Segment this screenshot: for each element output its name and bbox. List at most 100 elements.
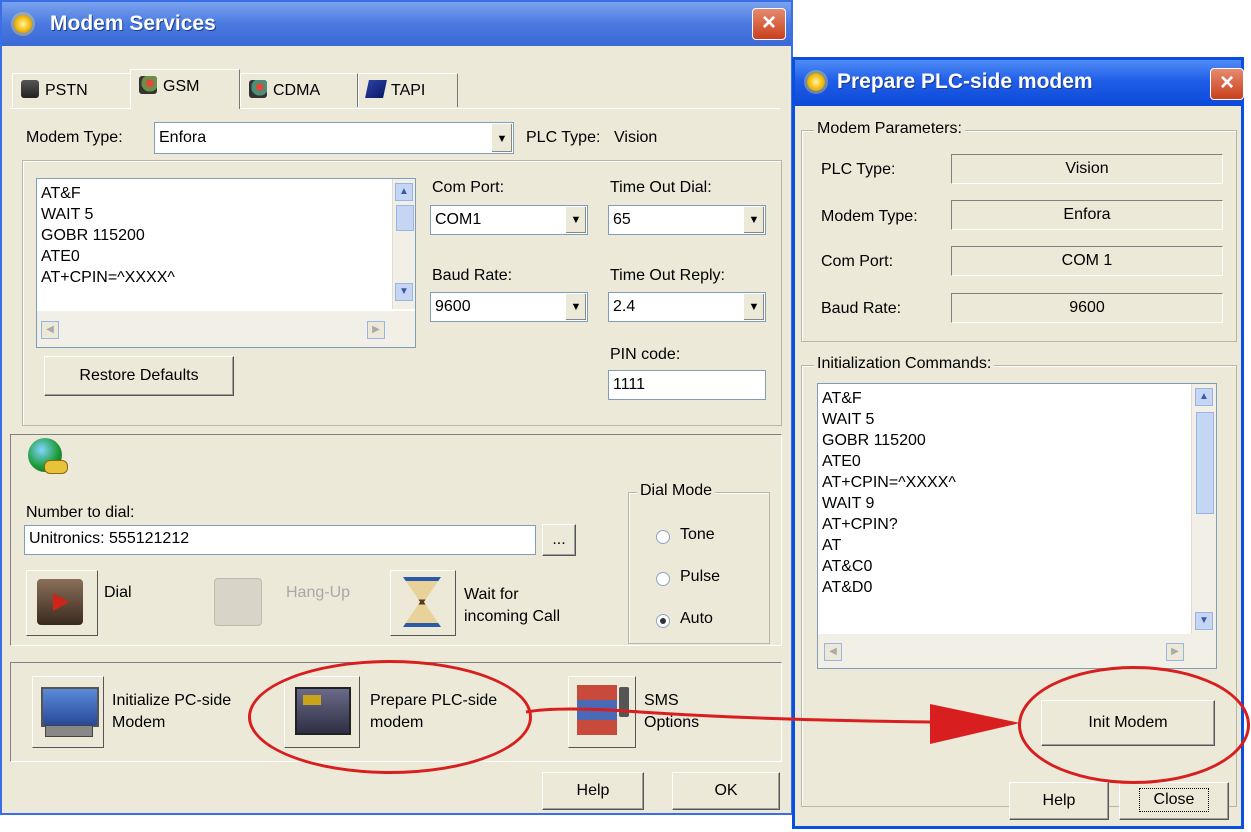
restore-defaults-button[interactable]: Restore Defaults xyxy=(44,356,234,396)
close-button[interactable]: × xyxy=(1210,68,1244,100)
ok-button[interactable]: OK xyxy=(672,772,780,810)
radio-tone[interactable] xyxy=(656,530,670,544)
tab-tapi[interactable]: TAPI xyxy=(358,73,458,107)
list-item: ATE0 xyxy=(41,248,80,265)
baud-rate-label: Baud Rate: xyxy=(432,267,513,284)
close-button[interactable]: × xyxy=(752,8,786,40)
vertical-scrollbar[interactable]: ▲ ▼ xyxy=(392,179,415,309)
plc-type-value: Vision xyxy=(614,129,658,146)
time-out-dial-select[interactable]: 65 ▼ xyxy=(608,205,766,235)
auto-label: Auto xyxy=(680,610,713,627)
chevron-down-icon: ▼ xyxy=(565,207,586,233)
chevron-down-icon: ▼ xyxy=(565,294,586,320)
number-to-dial-input[interactable]: Unitronics: 555121212 xyxy=(24,525,536,555)
init-commands-text: AT&F WAIT 5 GOBR 115200 ATE0 AT+CPIN=^XX… xyxy=(822,388,956,598)
init-commands-list[interactable]: AT&F WAIT 5 GOBR 115200 ATE0 AT+CPIN=^XX… xyxy=(817,383,1217,669)
gsm-antenna-icon xyxy=(139,76,157,94)
vertical-scrollbar[interactable]: ▲ ▼ xyxy=(1191,384,1216,634)
scroll-down-icon[interactable]: ▼ xyxy=(395,283,413,301)
chevron-down-icon: ▼ xyxy=(743,294,764,320)
param-com-port-label: Com Port: xyxy=(821,253,894,270)
highlight-ellipse-prepare xyxy=(248,660,532,774)
help-button[interactable]: Help xyxy=(542,772,644,810)
list-item: GOBR 115200 xyxy=(822,432,926,449)
phone-handset-icon xyxy=(44,460,68,474)
title-bar: Modem Services × xyxy=(2,2,791,46)
list-item: WAIT 5 xyxy=(822,411,875,428)
scroll-thumb[interactable] xyxy=(1196,412,1214,514)
background-dots xyxy=(40,827,790,829)
number-to-dial-label: Number to dial: xyxy=(26,504,135,521)
scroll-up-icon[interactable]: ▲ xyxy=(1195,388,1213,406)
init-commands-text: AT&F WAIT 5 GOBR 115200 ATE0 AT+CPIN=^XX… xyxy=(41,183,175,288)
baud-rate-select[interactable]: 9600 ▼ xyxy=(430,292,588,322)
init-pc-modem-button[interactable] xyxy=(32,676,104,748)
pin-code-input[interactable]: 1111 xyxy=(608,370,766,400)
horizontal-scrollbar[interactable]: ◀ ▶ xyxy=(37,311,415,347)
init-pc-modem-label: Initialize PC-side Modem xyxy=(112,692,232,731)
help-button[interactable]: Help xyxy=(1009,782,1109,820)
dial-label: Dial xyxy=(104,584,132,601)
list-item: AT&F xyxy=(822,390,862,407)
background-dots xyxy=(795,40,1245,42)
scroll-left-icon[interactable]: ◀ xyxy=(824,643,842,661)
time-out-reply-label: Time Out Reply: xyxy=(610,267,725,284)
param-plc-type-value: Vision xyxy=(951,154,1223,184)
scroll-thumb[interactable] xyxy=(396,205,414,231)
tab-gsm[interactable]: GSM xyxy=(130,69,240,109)
scroll-up-icon[interactable]: ▲ xyxy=(395,183,413,201)
modem-type-label: Modem Type: xyxy=(26,129,123,146)
list-item: ATE0 xyxy=(822,453,861,470)
dial-phone-icon xyxy=(37,579,83,625)
dial-mode-title: Dial Mode xyxy=(637,482,716,500)
close-label: Close xyxy=(1138,788,1210,812)
close-dialog-button[interactable]: Close xyxy=(1119,782,1229,820)
hang-up-button[interactable] xyxy=(208,570,272,636)
window-title: Prepare PLC-side modem xyxy=(837,70,1093,93)
tab-panel-border xyxy=(10,108,780,109)
list-item: GOBR 115200 xyxy=(41,227,145,244)
app-icon xyxy=(14,15,32,33)
tab-cdma[interactable]: CDMA xyxy=(240,73,358,107)
hourglass-icon xyxy=(403,577,441,627)
list-item: AT+CPIN=^XXXX^ xyxy=(41,269,175,286)
tone-label: Tone xyxy=(680,526,715,543)
tab-pstn[interactable]: PSTN xyxy=(12,73,132,107)
horizontal-scrollbar[interactable]: ◀ ▶ xyxy=(818,634,1216,668)
init-commands-list[interactable]: AT&F WAIT 5 GOBR 115200 ATE0 AT+CPIN=^XX… xyxy=(36,178,416,348)
list-item: AT+CPIN=^XXXX^ xyxy=(822,474,956,491)
radio-pulse[interactable] xyxy=(656,572,670,586)
pc-modem-icon xyxy=(41,687,99,727)
hang-up-phone-icon xyxy=(214,578,262,626)
chevron-down-icon: ▼ xyxy=(491,124,512,152)
modem-parameters-title: Modem Parameters: xyxy=(814,120,965,138)
com-port-label: Com Port: xyxy=(432,179,505,196)
list-item: AT+CPIN? xyxy=(822,516,898,533)
wait-for-call-button[interactable] xyxy=(390,570,456,636)
scroll-down-icon[interactable]: ▼ xyxy=(1195,612,1213,630)
list-item: AT xyxy=(822,537,842,554)
radio-auto[interactable] xyxy=(656,614,670,628)
modem-type-select[interactable]: Enfora ▼ xyxy=(154,122,514,154)
time-out-reply-select[interactable]: 2.4 ▼ xyxy=(608,292,766,322)
pin-code-label: PIN code: xyxy=(610,346,681,363)
cdma-antenna-icon xyxy=(249,80,267,98)
param-plc-type-label: PLC Type: xyxy=(821,161,896,178)
param-com-port-value: COM 1 xyxy=(951,246,1223,276)
com-port-select[interactable]: COM1 ▼ xyxy=(430,205,588,235)
scroll-right-icon[interactable]: ▶ xyxy=(367,321,385,339)
list-item: AT&F xyxy=(41,185,81,202)
highlight-ellipse-init-modem xyxy=(1018,666,1250,784)
window-title: Modem Services xyxy=(50,12,216,35)
browse-button[interactable]: ... xyxy=(542,524,576,556)
list-item: WAIT 5 xyxy=(41,206,94,223)
list-item: AT&C0 xyxy=(822,558,873,575)
param-baud-rate-label: Baud Rate: xyxy=(821,300,902,317)
dial-button[interactable] xyxy=(26,570,98,636)
scroll-left-icon[interactable]: ◀ xyxy=(41,321,59,339)
list-item: WAIT 9 xyxy=(822,495,875,512)
title-bar: Prepare PLC-side modem × xyxy=(795,60,1244,106)
scroll-right-icon[interactable]: ▶ xyxy=(1166,643,1184,661)
sms-options-button[interactable] xyxy=(568,676,636,748)
param-baud-rate-value: 9600 xyxy=(951,293,1223,323)
